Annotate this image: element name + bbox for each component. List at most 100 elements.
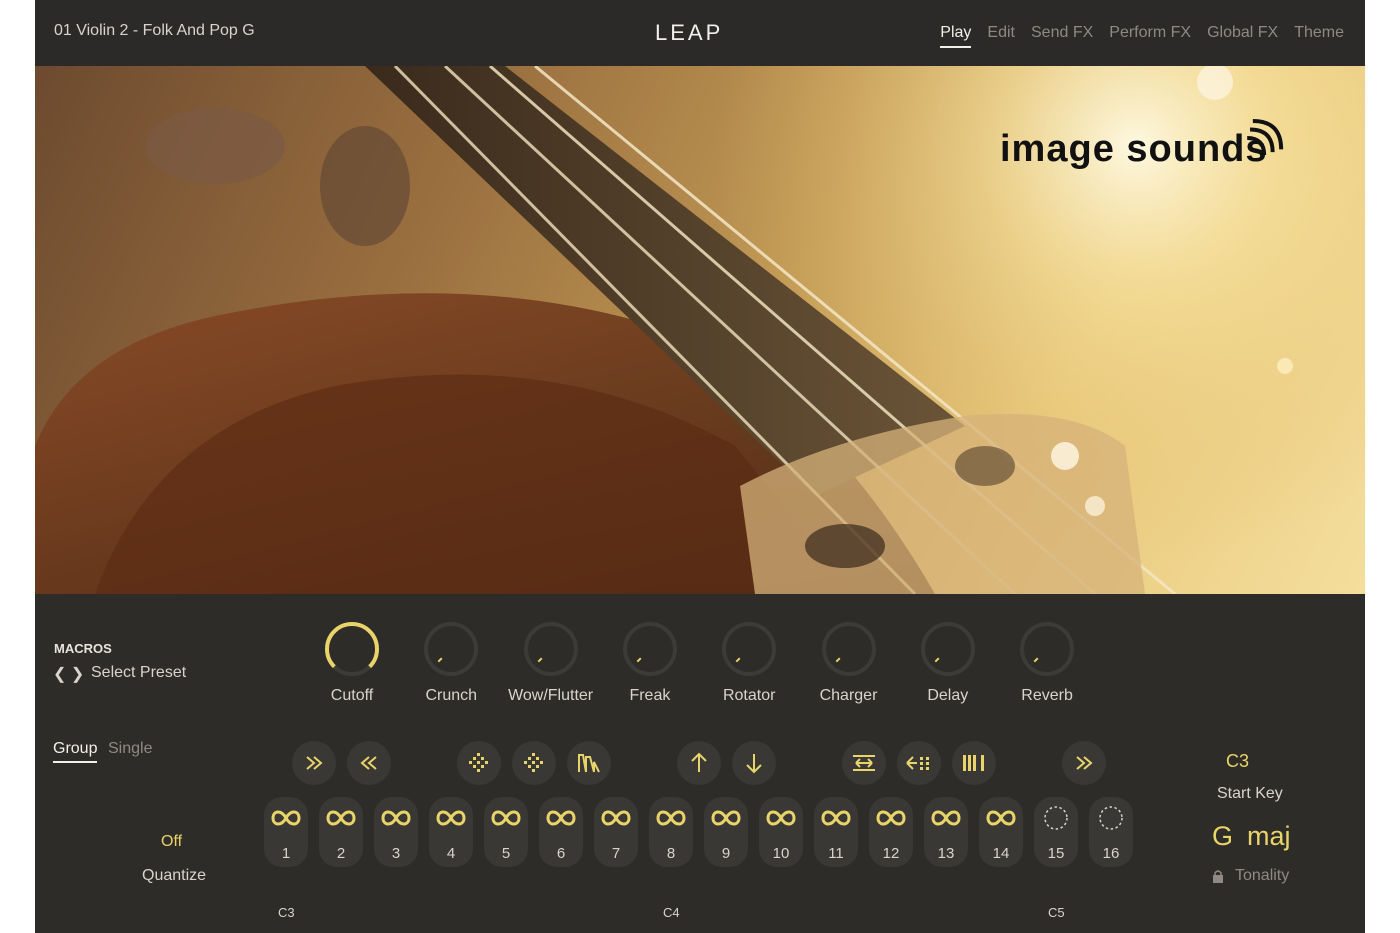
arrow-down-icon xyxy=(746,754,762,774)
tab-send-fx[interactable]: Send FX xyxy=(1031,24,1093,48)
tab-edit[interactable]: Edit xyxy=(987,24,1015,48)
tonality-label: Tonality xyxy=(1235,867,1290,884)
octave-label-c3: C3 xyxy=(278,905,295,920)
knob-label: Freak xyxy=(629,687,671,704)
loop-icon xyxy=(931,810,961,826)
preset-nav-arrows[interactable]: ❮ ❯ xyxy=(53,664,84,684)
pad-number: 12 xyxy=(882,845,900,862)
lock-icon[interactable] xyxy=(1212,869,1224,883)
loop-icon xyxy=(656,810,686,826)
image-sounds-logo: image sounds xyxy=(1000,128,1268,170)
fast-forward-icon xyxy=(306,756,323,770)
pad-3[interactable]: 3 xyxy=(374,797,418,867)
bars-icon xyxy=(963,755,984,771)
preset-name[interactable]: 01 Violin 2 - Folk And Pop G xyxy=(54,22,255,40)
pad-16[interactable]: 16 xyxy=(1089,797,1133,867)
octave-label-c5: C5 xyxy=(1048,905,1065,920)
pad-8[interactable]: 8 xyxy=(649,797,693,867)
stretch-button[interactable] xyxy=(842,741,886,785)
octave-down-button[interactable] xyxy=(732,741,776,785)
loop-icon xyxy=(436,810,466,826)
knob-cutoff[interactable] xyxy=(322,619,382,679)
loop-icon xyxy=(711,810,741,826)
pad-12[interactable]: 12 xyxy=(869,797,913,867)
scatter-button[interactable] xyxy=(897,741,941,785)
pad-number: 13 xyxy=(937,845,955,862)
pad-number: 16 xyxy=(1102,845,1120,862)
loop-icon xyxy=(766,810,796,826)
pad-11[interactable]: 11 xyxy=(814,797,858,867)
pad-number: 1 xyxy=(281,845,291,862)
pad-4[interactable]: 4 xyxy=(429,797,473,867)
knob-label: Charger xyxy=(819,687,878,704)
arrow-up-icon xyxy=(691,752,707,772)
leap-logo: LEAP xyxy=(655,20,724,45)
envelope-icon xyxy=(578,754,600,773)
fast-forward-button[interactable] xyxy=(292,741,336,785)
pad-6[interactable]: 6 xyxy=(539,797,583,867)
knob-wow-flutter[interactable] xyxy=(521,619,581,679)
tab-theme[interactable]: Theme xyxy=(1294,24,1344,48)
pad-14[interactable]: 14 xyxy=(979,797,1023,867)
knob-charger[interactable] xyxy=(819,619,879,679)
start-key-value[interactable]: C3 xyxy=(1226,751,1249,772)
knob-reverb[interactable] xyxy=(1017,619,1077,679)
pad-7[interactable]: 7 xyxy=(594,797,638,867)
loop-icon xyxy=(601,810,631,826)
pad-15[interactable]: 15 xyxy=(1034,797,1078,867)
next-button[interactable] xyxy=(1062,741,1106,785)
pad-10[interactable]: 10 xyxy=(759,797,803,867)
bars-button[interactable] xyxy=(952,741,996,785)
knob-label: Delay xyxy=(927,687,969,704)
rewind-button[interactable] xyxy=(347,741,391,785)
diamond-dots-button[interactable] xyxy=(457,741,501,785)
tab-play[interactable]: Play xyxy=(940,24,972,48)
chevron-right-icon[interactable]: ❯ xyxy=(71,666,84,683)
pad-9[interactable]: 9 xyxy=(704,797,748,867)
pad-5[interactable]: 5 xyxy=(484,797,528,867)
loop-icon xyxy=(271,810,301,826)
start-key-label: Start Key xyxy=(1217,785,1283,802)
loop-icon xyxy=(546,810,576,826)
pad-1[interactable]: 1 xyxy=(264,797,308,867)
pad-number: 14 xyxy=(992,845,1010,862)
knob-label: Crunch xyxy=(425,687,478,704)
tonality-scale[interactable]: maj xyxy=(1247,821,1291,852)
knob-delay[interactable] xyxy=(918,619,978,679)
octave-up-button[interactable] xyxy=(677,741,721,785)
quantize-value[interactable]: Off xyxy=(161,833,182,851)
quantize-label: Quantize xyxy=(142,867,207,884)
tab-global-fx[interactable]: Global FX xyxy=(1207,24,1278,48)
knob-rotator[interactable] xyxy=(719,619,779,679)
control-panel: MACROS ❮ ❯ Select Preset Cutoff Crunch Wow… xyxy=(35,594,1365,933)
loop-icon xyxy=(326,810,356,826)
knob-label: Cutoff xyxy=(330,687,374,704)
diamond-dots-icon xyxy=(469,753,488,772)
macros-title: MACROS xyxy=(54,641,112,656)
pad-13[interactable]: 13 xyxy=(924,797,968,867)
tab-group[interactable]: Group xyxy=(53,740,98,763)
pad-number: 5 xyxy=(501,845,511,862)
pad-number: 9 xyxy=(721,845,731,862)
envelope-button[interactable] xyxy=(567,741,611,785)
octave-label-c4: C4 xyxy=(663,905,680,920)
pad-number: 7 xyxy=(611,845,621,862)
loop-icon xyxy=(381,810,411,826)
select-preset-button[interactable]: Select Preset xyxy=(91,664,186,682)
main-nav: Play Edit Send FX Perform FX Global FX T… xyxy=(924,24,1344,48)
knob-label: Wow/Flutter xyxy=(508,687,594,704)
pad-2[interactable]: 2 xyxy=(319,797,363,867)
tonality-note[interactable]: G xyxy=(1212,821,1233,852)
pad-number: 11 xyxy=(828,845,844,862)
pad-number: 10 xyxy=(772,845,790,862)
dotted-circle-icon xyxy=(1044,806,1068,830)
knob-freak[interactable] xyxy=(620,619,680,679)
dotted-circle-icon xyxy=(1099,806,1123,830)
chevron-left-icon[interactable]: ❮ xyxy=(53,666,66,683)
knob-crunch[interactable] xyxy=(421,619,481,679)
tab-single[interactable]: Single xyxy=(108,740,152,758)
tab-perform-fx[interactable]: Perform FX xyxy=(1109,24,1191,48)
knob-label: Reverb xyxy=(1021,687,1073,704)
scatter-icon xyxy=(906,756,929,770)
diamond-dots-alt-button[interactable] xyxy=(512,741,556,785)
